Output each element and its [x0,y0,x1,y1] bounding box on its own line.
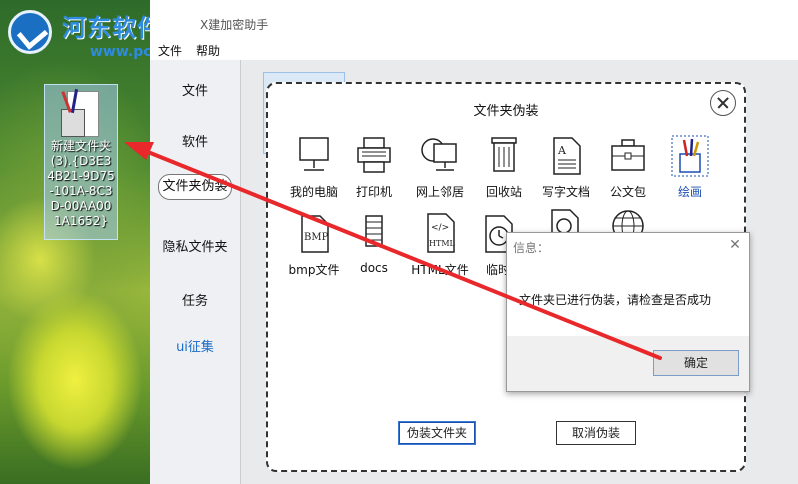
menu-help[interactable]: 帮助 [196,42,220,59]
disguise-option-docs[interactable]: docs [342,212,406,275]
sidebar-item-software[interactable]: 软件 [150,131,240,150]
desktop-folder-icon[interactable]: 新建文件夹(3).{D3E34B21-9D75-101A-8C3D-00AA00… [44,84,118,240]
dialog-title: 文件夹伪装 [473,104,539,119]
disguise-option-printer[interactable]: 打印机 [342,134,406,200]
title-bar: X建加密助手 [150,0,798,40]
disguise-label: 网上邻居 [415,185,464,199]
disguise-label: 绘画 [677,185,702,199]
recycle-bin-icon [491,137,517,172]
sidebar-item-private-folder[interactable]: 隐私文件夹 [150,236,240,255]
disguise-label: 写字文档 [541,185,590,199]
sidebar-item-folder-disguise[interactable]: 文件夹伪装 [158,174,232,200]
computer-icon [299,137,329,171]
cancel-disguise-button[interactable]: 取消伪装 [556,421,636,445]
disguise-option-computer[interactable]: 我的电脑 [282,134,346,200]
menu-bar: 文件 帮助 [150,40,798,60]
disguise-option-briefcase[interactable]: 公文包 [596,134,660,200]
svg-text:HTML: HTML [429,239,456,248]
docs-icon [365,215,383,247]
message-text: 文件夹已进行伪装，请检查是否成功 [519,293,712,307]
desktop-folder-label: 新建文件夹(3).{D3E34B21-9D75-101A-8C3D-00AA00… [47,139,115,228]
sidebar: 文件 软件 文件夹伪装 隐私文件夹 任务 ui征集 [150,60,241,484]
bmp-file-icon: BMP [301,215,329,253]
disguise-label: 公文包 [609,185,646,199]
window-title: X建加密助手 [200,18,269,32]
paint-icon [671,135,709,177]
close-icon[interactable] [710,90,736,116]
disguise-option-recycle-bin[interactable]: 回收站 [472,134,536,200]
disguise-label: bmp文件 [288,263,340,277]
svg-text:</>: </> [431,223,449,233]
briefcase-icon [611,139,645,171]
disguise-option-paint[interactable]: 绘画 [658,134,722,200]
ok-button[interactable]: 确定 [653,350,739,376]
disguise-label: docs [360,261,388,275]
disguise-folder-button[interactable]: 伪装文件夹 [398,421,476,445]
sidebar-item-file[interactable]: 文件 [150,80,240,99]
message-title: 信息： [513,241,550,255]
sidebar-item-task[interactable]: 任务 [150,290,240,309]
info-message-dialog: 信息： ✕ 文件夹已进行伪装，请检查是否成功 确定 [506,232,750,392]
menu-file[interactable]: 文件 [158,42,182,59]
watermark-logo [8,10,52,54]
control-panel-icon [57,88,105,139]
disguise-label: HTML文件 [411,263,469,277]
disguise-option-bmp[interactable]: BMP bmp文件 [282,212,346,278]
printer-icon [357,137,391,173]
document-icon: A [553,137,581,175]
disguise-option-document[interactable]: A 写字文档 [534,134,598,200]
disguise-label: 回收站 [485,185,522,199]
svg-text:BMP: BMP [304,232,329,243]
svg-text:A: A [557,144,567,157]
network-icon [421,138,457,171]
close-icon[interactable]: ✕ [727,237,743,253]
html-file-icon: </> HTML [427,213,456,253]
sidebar-item-ui-collect[interactable]: ui征集 [150,336,240,355]
disguise-option-html[interactable]: </> HTML HTML文件 [408,212,472,278]
disguise-label: 我的电脑 [289,185,338,199]
disguise-option-network[interactable]: 网上邻居 [408,134,472,200]
disguise-label: 打印机 [355,185,392,199]
